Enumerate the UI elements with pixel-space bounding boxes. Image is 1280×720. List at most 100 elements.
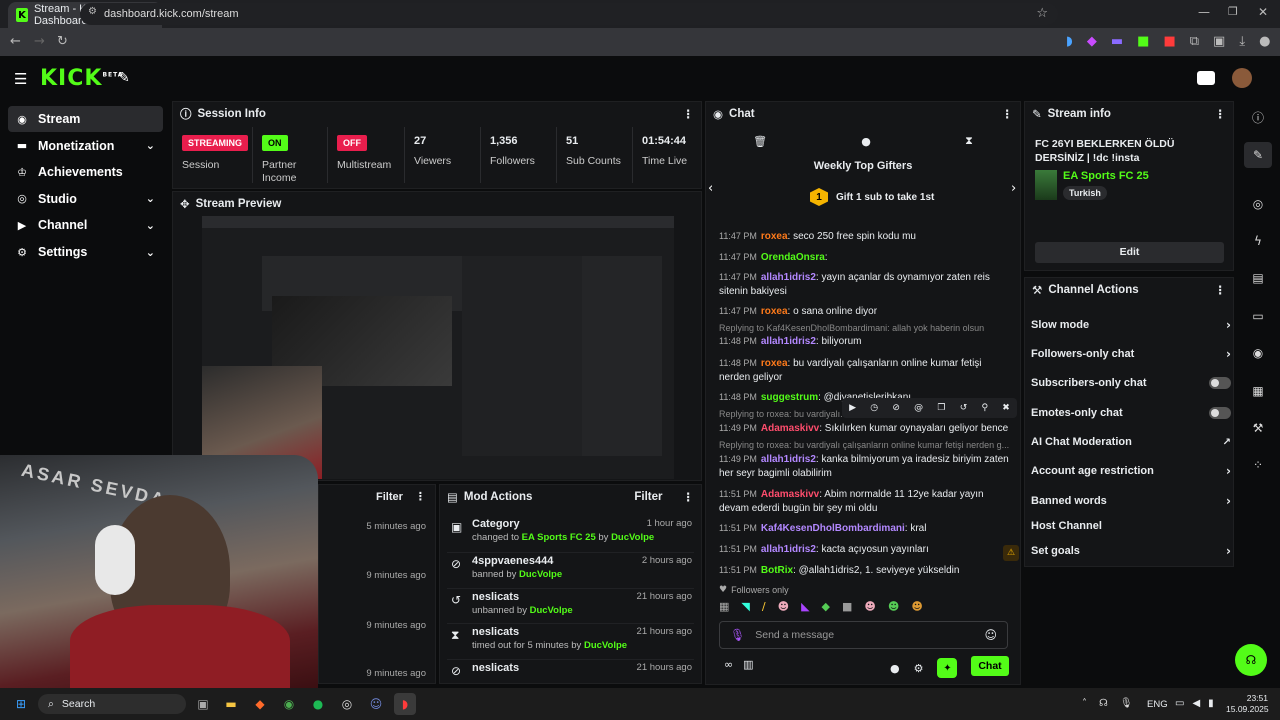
target-icon[interactable]: ◎	[1244, 191, 1272, 217]
sidebar-item-achievements[interactable]: ♔ Achievements	[8, 159, 163, 185]
download-icon[interactable]: ⤓	[1239, 34, 1245, 49]
minimize-icon[interactable]: —	[1198, 5, 1210, 19]
emote-icon[interactable]: ◥	[741, 600, 749, 613]
windows-start-icon[interactable]: ⊞	[10, 693, 32, 715]
sidebar-item-monetization[interactable]: ▬ Monetization ⌄	[8, 133, 163, 159]
chat-bubble-icon[interactable]: ●	[890, 662, 900, 675]
mention-icon[interactable]: @	[914, 403, 923, 413]
channel-action-followers-only-chat[interactable]: Followers-only chat ›	[1031, 344, 1231, 364]
emote-icon[interactable]: ☻	[778, 600, 789, 613]
more-icon[interactable]: ⋮	[683, 490, 695, 504]
support-icon[interactable]: ☊	[1235, 644, 1267, 676]
file-explorer-icon[interactable]: ▬	[220, 693, 242, 715]
chat-input[interactable]: 🎙 Send a message ☺	[719, 621, 1008, 649]
mod-action-item[interactable]: ⧗ neslicats timed out for 5 minutes by Duc…	[447, 623, 694, 658]
chat-message[interactable]: 11:51 PM Adamaskivv: Abim normalde 11 12y…	[719, 487, 1009, 516]
moderator-link[interactable]: DucVolpe	[584, 640, 627, 651]
bookmark-star-icon[interactable]: ☆	[1036, 6, 1048, 21]
chat-message[interactable]: 11:51 PM Kaf4KesenDholBombardimani: kral	[719, 521, 1009, 536]
sidebar-item-settings[interactable]: ⚙ Settings ⌄	[8, 239, 163, 265]
chat-username[interactable]: Adamaskivv	[761, 489, 819, 500]
wrench-icon[interactable]: ⚒	[1244, 415, 1272, 441]
kick-logo[interactable]: KICKBETA	[40, 66, 123, 91]
extension-icon[interactable]: ◆	[1087, 34, 1097, 49]
chat-message[interactable]: 11:47 PM roxea: seco 250 free spin kodu m…	[719, 229, 1009, 244]
chat-username[interactable]: roxea	[761, 306, 788, 317]
chat-username[interactable]: roxea	[761, 358, 788, 369]
clock-icon[interactable]: ◷	[870, 403, 878, 413]
channel-action-set-goals[interactable]: Set goals ›	[1031, 541, 1231, 561]
headset-icon[interactable]: ☊	[1099, 698, 1108, 709]
moderator-link[interactable]: DucVolpe	[519, 569, 562, 580]
info-icon[interactable]: ⓘ	[1244, 104, 1272, 130]
hide-icon[interactable]: ⊘	[892, 403, 900, 413]
chevron-down-icon[interactable]: ⌄	[146, 139, 155, 152]
mod-action-item[interactable]: ↺ neslicats unbanned by DucVolpe 21 hours a…	[447, 587, 694, 623]
volume-icon[interactable]: ◀	[1192, 698, 1200, 709]
spotify-icon[interactable]: ●	[307, 693, 329, 715]
chevron-up-icon[interactable]: ˄	[1082, 698, 1087, 709]
undo-icon[interactable]: ↺	[960, 403, 968, 413]
document-icon[interactable]: ▤	[1244, 265, 1272, 291]
chevron-down-icon[interactable]: ⌄	[146, 219, 155, 232]
sidebar-icon[interactable]: ▣	[1213, 34, 1225, 49]
category-link[interactable]: EA Sports FC 25	[1063, 170, 1149, 182]
chat-message[interactable]: 11:51 PM BotRix: @allah1idris2, 1. seviye…	[719, 563, 1009, 578]
chat-username[interactable]: allah1idris2	[761, 544, 816, 555]
filter-button[interactable]: Filter	[376, 491, 403, 503]
site-info-icon[interactable]: ⚙	[88, 6, 97, 17]
channel-action-subscribers-only-chat[interactable]: Subscribers-only chat	[1031, 373, 1231, 393]
microphone-icon[interactable]: 🎙	[1120, 698, 1133, 709]
reload-icon[interactable]: ↻	[57, 34, 68, 49]
edit-button[interactable]: Edit	[1035, 242, 1224, 263]
chat-username[interactable]: Adamaskivv	[761, 423, 819, 434]
emote-icon[interactable]: ☻	[911, 600, 922, 613]
chat-message[interactable]: 11:51 PM allah1idris2: kacta açıyosun yay…	[719, 542, 1009, 557]
more-icon[interactable]: ⋮	[1215, 283, 1227, 297]
kick-button-icon[interactable]	[1197, 71, 1215, 85]
chat-message[interactable]: 11:47 PM allah1idris2: yayın açanlar ds o…	[719, 270, 1009, 299]
chrome-icon[interactable]: ◉	[278, 693, 300, 715]
chat-icon[interactable]: ●	[861, 135, 871, 148]
category-link[interactable]: EA Sports FC 25	[522, 532, 596, 543]
lightning-icon[interactable]: ϟ	[1244, 228, 1272, 254]
emote-icon[interactable]: ■	[842, 600, 852, 613]
store-icon[interactable]: ▥	[743, 658, 753, 671]
chevron-right-icon[interactable]: ›	[1011, 181, 1016, 196]
chat-message[interactable]: 11:47 PM OrendaOnsra:	[719, 250, 1009, 265]
sidebar-item-channel[interactable]: ▶ Channel ⌄	[8, 212, 163, 238]
chat-message[interactable]: 11:48 PM roxea: bu vardiyalı çalışanların…	[719, 356, 1009, 385]
url-field[interactable]: ⚙ dashboard.kick.com/stream ☆	[80, 3, 1058, 25]
obs-icon[interactable]: ◎	[336, 693, 358, 715]
puzzle-icon[interactable]: ⧉	[1190, 34, 1199, 49]
chevron-down-icon[interactable]: ⌄	[146, 192, 155, 205]
chat-username[interactable]: suggestrum	[761, 392, 818, 403]
emote-icon[interactable]: ◣	[801, 600, 809, 613]
chat-username[interactable]: allah1idris2	[761, 454, 816, 465]
more-icon[interactable]: ⋮	[683, 107, 695, 121]
delete-icon[interactable]: ✖	[1002, 403, 1010, 413]
chat-message[interactable]: 11:49 PM allah1idris2: kanka bilmiyorum y…	[719, 452, 1009, 481]
extension-icon[interactable]: ▬	[1111, 34, 1123, 49]
brave-icon[interactable]: ◆	[249, 693, 271, 715]
chat-message[interactable]: 11:48 PM allah1idris2: biliyorum	[719, 334, 1009, 349]
more-icon[interactable]: ⋮	[1002, 107, 1014, 121]
mod-action-item[interactable]: ⊘ 4sppvaenes444 banned by DucVolpe 2 hours …	[447, 551, 694, 587]
channel-action-host-channel[interactable]: Host Channel	[1031, 516, 1231, 536]
channel-action-slow-mode[interactable]: Slow mode ›	[1031, 315, 1231, 335]
extension-icon[interactable]: ■	[1163, 34, 1175, 49]
extension-icon[interactable]: ■	[1137, 34, 1149, 49]
chat-username[interactable]: BotRix	[761, 565, 793, 576]
toggle-switch[interactable]	[1209, 377, 1231, 389]
apps-icon[interactable]: ⁘	[1244, 452, 1272, 478]
taskbar-search[interactable]: ⌕ Search	[38, 694, 186, 714]
emoji-icon[interactable]: ☺	[984, 628, 997, 642]
emote-icon[interactable]: ☻	[864, 600, 875, 613]
chat-icon[interactable]: ▭	[1244, 303, 1272, 329]
copy-icon[interactable]: ❐	[937, 403, 945, 413]
language-indicator[interactable]: ENG	[1147, 699, 1168, 710]
emote-icon[interactable]: ∕	[762, 600, 766, 613]
warning-icon[interactable]: ⚠	[1003, 545, 1019, 561]
clock[interactable]: 23:51 15.09.2025	[1226, 693, 1269, 715]
chat-message[interactable]: 11:47 PM roxea: o sana online diyor	[719, 304, 1009, 319]
